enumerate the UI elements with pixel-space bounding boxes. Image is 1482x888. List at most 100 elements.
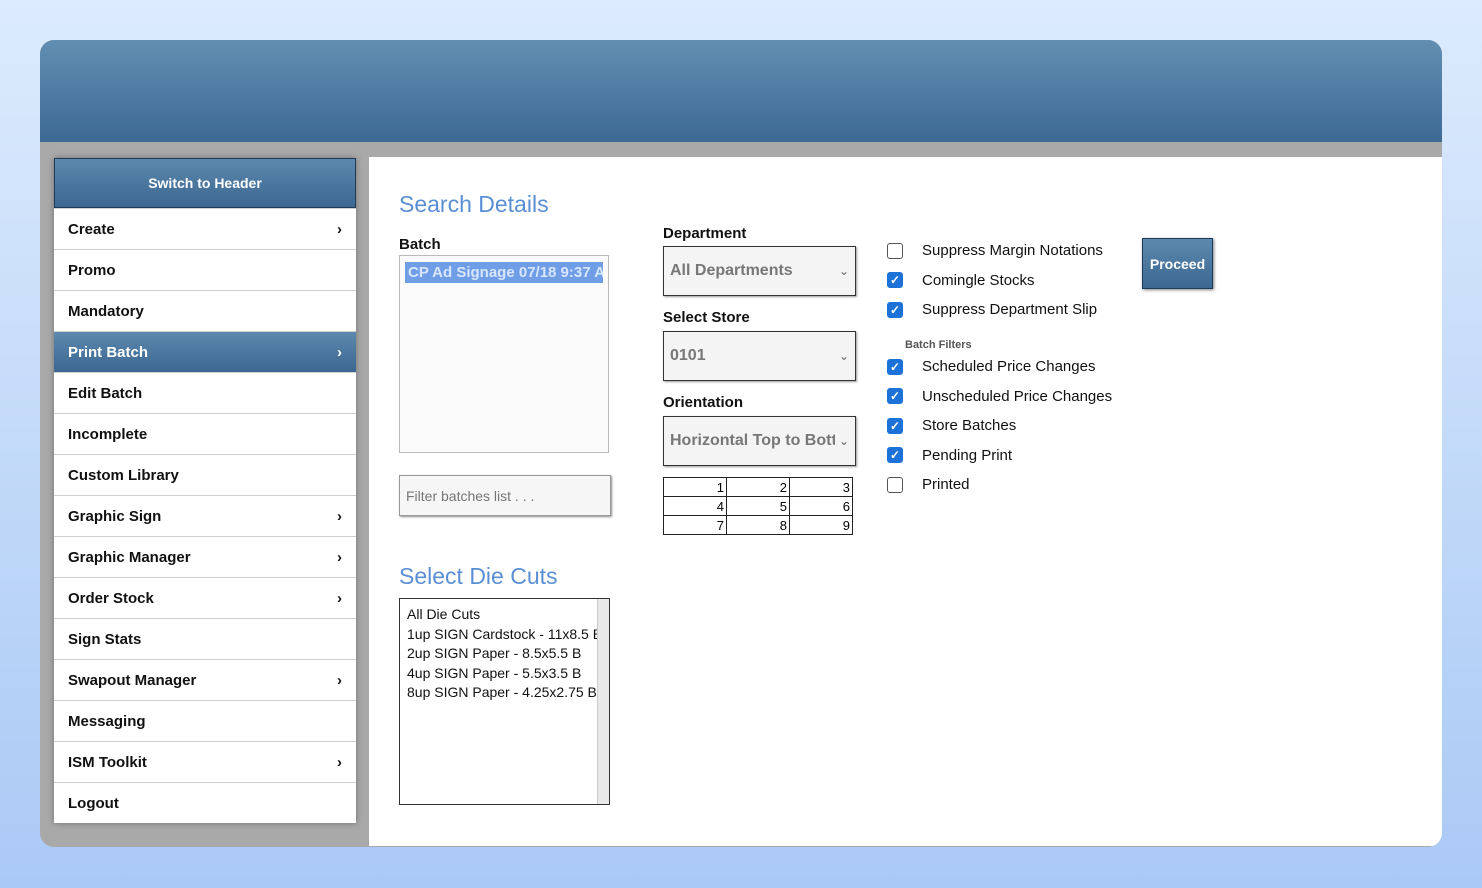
die-cut-option[interactable]: 1up SIGN Cardstock - 11x8.5 B <box>407 625 602 645</box>
grid-cell[interactable]: 2 <box>726 477 790 497</box>
batch-label: Batch <box>399 236 441 253</box>
sidebar-item-label: Graphic Sign <box>68 507 162 525</box>
department-select[interactable]: All Departments ⌄ <box>663 246 856 296</box>
department-value: All Departments <box>670 262 793 279</box>
store-label: Select Store <box>663 309 750 326</box>
grid-cell[interactable]: 4 <box>663 496 727 516</box>
sidebar-item-label: Promo <box>68 261 116 279</box>
checkbox-row[interactable]: Suppress Margin Notations <box>887 242 1103 259</box>
sidebar-item-custom-library[interactable]: Custom Library <box>54 454 356 495</box>
grid-cell[interactable]: 6 <box>789 496 853 516</box>
filter-batches-input[interactable] <box>399 475 611 516</box>
sidebar-item-order-stock[interactable]: Order Stock › <box>54 577 356 618</box>
search-details-title: Search Details <box>399 191 549 217</box>
checkbox-label: Store Batches <box>922 417 1017 434</box>
die-cuts-scrollbar[interactable] <box>597 599 609 804</box>
chevron-down-icon: ⌄ <box>838 349 849 363</box>
department-label: Department <box>663 225 747 242</box>
sidebar-menu: Create › Promo Mandatory Print Batch › Edit Ba… <box>54 208 356 823</box>
sidebar-item-create[interactable]: Create › <box>54 208 356 249</box>
chevron-down-icon: ⌄ <box>838 434 849 448</box>
checkbox-row[interactable]: ✓ Store Batches <box>887 417 1016 434</box>
checkbox-unchecked[interactable] <box>887 476 903 493</box>
grid-row: 456 <box>663 496 853 516</box>
sidebar-item-swapout-manager[interactable]: Swapout Manager › <box>54 659 356 700</box>
store-value: 0101 <box>670 347 706 364</box>
die-cut-option[interactable]: All Die Cuts <box>407 605 602 625</box>
chevron-right-icon: › <box>337 589 342 607</box>
grid-cell[interactable]: 8 <box>726 515 790 535</box>
checkbox-label: Suppress Department Slip <box>922 301 1098 318</box>
sidebar-item-label: Edit Batch <box>68 384 143 402</box>
sidebar-item-label: ISM Toolkit <box>68 753 147 771</box>
checkbox-label: Suppress Margin Notations <box>922 242 1103 259</box>
sidebar-item-label: Sign Stats <box>68 630 142 648</box>
checkbox-row[interactable]: ✓ Scheduled Price Changes <box>887 358 1095 375</box>
sidebar-item-mandatory[interactable]: Mandatory <box>54 290 356 331</box>
checkbox-label: Printed <box>922 476 970 493</box>
sidebar-item-edit-batch[interactable]: Edit Batch <box>54 372 356 413</box>
sidebar-item-print-batch[interactable]: Print Batch › <box>54 331 356 372</box>
batch-option-selected[interactable]: CP Ad Signage 07/18 9:37 AM <box>405 262 603 283</box>
grid-cell[interactable]: 9 <box>789 515 853 535</box>
top-banner <box>40 40 1442 142</box>
sidebar-item-promo[interactable]: Promo <box>54 249 356 290</box>
checkbox-row[interactable]: ✓ Comingle Stocks <box>887 272 1035 289</box>
checkbox-checked[interactable]: ✓ <box>887 272 903 288</box>
chevron-right-icon: › <box>337 343 342 361</box>
grid-cell[interactable]: 1 <box>663 477 727 497</box>
checkbox-unchecked[interactable] <box>887 242 903 259</box>
checkbox-checked[interactable]: ✓ <box>887 388 903 404</box>
sidebar-item-messaging[interactable]: Messaging <box>54 700 356 741</box>
chevron-down-icon: ⌄ <box>838 264 849 278</box>
app-window: Switch to Header Create › Promo Mandatory Pr… <box>40 40 1442 847</box>
grid-cell[interactable]: 3 <box>789 477 853 497</box>
chevron-right-icon: › <box>337 548 342 566</box>
checkbox-checked[interactable]: ✓ <box>887 447 903 463</box>
orientation-grid: 123456789 <box>663 477 853 535</box>
chevron-right-icon: › <box>337 671 342 689</box>
orientation-select[interactable]: Horizontal Top to Bottom ⌄ <box>663 416 856 466</box>
die-cuts-listbox[interactable]: All Die Cuts 1up SIGN Cardstock - 11x8.5 … <box>399 598 610 805</box>
chevron-right-icon: › <box>337 753 342 771</box>
die-cut-option[interactable]: 4up SIGN Paper - 5.5x3.5 B <box>407 664 602 684</box>
sidebar-item-sign-stats[interactable]: Sign Stats <box>54 618 356 659</box>
sidebar-item-graphic-sign[interactable]: Graphic Sign › <box>54 495 356 536</box>
checkbox-checked[interactable]: ✓ <box>887 417 903 434</box>
die-cut-option[interactable]: 8up SIGN Paper - 4.25x2.75 B <box>407 683 602 703</box>
sidebar-item-graphic-manager[interactable]: Graphic Manager › <box>54 536 356 577</box>
grid-cell[interactable]: 5 <box>726 496 790 516</box>
checkbox-row[interactable]: ✓ Unscheduled Price Changes <box>887 388 1112 405</box>
sidebar-item-incomplete[interactable]: Incomplete <box>54 413 356 454</box>
sidebar-item-label: Create <box>68 220 115 238</box>
checkbox-checked[interactable]: ✓ <box>887 301 903 318</box>
checkbox-row[interactable]: Printed <box>887 476 970 493</box>
grid-cell[interactable]: 7 <box>663 515 727 535</box>
sidebar-item-label: Logout <box>68 794 119 812</box>
sidebar-item-ism-toolkit[interactable]: ISM Toolkit › <box>54 741 356 782</box>
batch-filters-label: Batch Filters <box>905 339 972 351</box>
die-cut-option[interactable]: 2up SIGN Paper - 8.5x5.5 B <box>407 644 602 664</box>
checkbox-row[interactable]: ✓ Pending Print <box>887 447 1012 464</box>
sidebar-item-label: Custom Library <box>68 466 179 484</box>
checkbox-row[interactable]: ✓ Suppress Department Slip <box>887 301 1097 318</box>
checkbox-checked[interactable]: ✓ <box>887 358 903 375</box>
sidebar-item-logout[interactable]: Logout <box>54 782 356 823</box>
sidebar-item-label: Mandatory <box>68 302 144 320</box>
main-panel: Search Details Batch CP Ad Signage 07/18… <box>369 157 1442 846</box>
grid-row: 123 <box>663 477 853 497</box>
proceed-button[interactable]: Proceed <box>1142 238 1213 289</box>
orientation-label: Orientation <box>663 394 744 411</box>
chevron-right-icon: › <box>337 220 342 238</box>
store-select[interactable]: 0101 ⌄ <box>663 331 856 381</box>
sidebar-item-label: Graphic Manager <box>68 548 191 566</box>
checkbox-label: Scheduled Price Changes <box>922 358 1096 375</box>
switch-to-header-button[interactable]: Switch to Header <box>54 158 356 208</box>
grid-row: 789 <box>663 515 853 535</box>
batch-listbox[interactable]: CP Ad Signage 07/18 9:37 AM <box>399 255 609 453</box>
sidebar-item-label: Messaging <box>68 712 146 730</box>
select-die-cuts-title: Select Die Cuts <box>399 563 558 589</box>
sidebar-item-label: Swapout Manager <box>68 671 197 689</box>
checkbox-label: Comingle Stocks <box>922 271 1035 289</box>
chevron-right-icon: › <box>337 507 342 525</box>
